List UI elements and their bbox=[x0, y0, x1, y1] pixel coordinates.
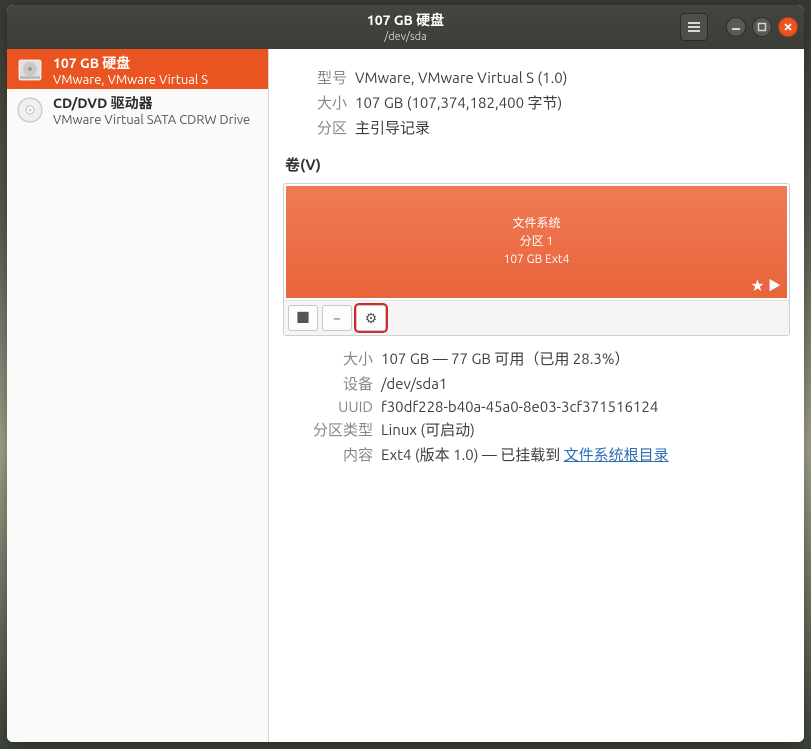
filesystem-root-link[interactable]: 文件系统根目录 bbox=[564, 446, 669, 463]
maximize-icon bbox=[757, 22, 767, 32]
partition-options-button[interactable]: ⚙ bbox=[356, 305, 386, 331]
volume-toolbar: ■ − ⚙ bbox=[284, 300, 789, 335]
detail-ptype-value: Linux (可启动) bbox=[381, 419, 475, 440]
detail-size-value: 107 GB — 77 GB 可用（已用 28.3%） bbox=[381, 348, 629, 369]
close-icon bbox=[783, 22, 793, 32]
sidebar-device-optical[interactable]: CD/DVD 驱动器 VMware Virtual SATA CDRW Driv… bbox=[7, 89, 268, 129]
detail-ptype-label: 分区类型 bbox=[283, 419, 373, 440]
unmount-button[interactable]: ■ bbox=[288, 305, 318, 331]
detail-content-value: Ext4 (版本 1.0) — 已挂载到 文件系统根目录 bbox=[381, 444, 669, 465]
partition-filesystem[interactable]: 文件系统 分区 1 107 GB Ext4 ★ ▶ bbox=[284, 184, 789, 300]
detail-content-label: 内容 bbox=[283, 444, 373, 465]
device-title: CD/DVD 驱动器 bbox=[53, 93, 260, 113]
device-title: 107 GB 硬盘 bbox=[53, 53, 260, 73]
minus-icon: − bbox=[333, 310, 341, 326]
play-icon: ▶ bbox=[768, 275, 781, 294]
titlebar: 107 GB 硬盘 /dev/sda bbox=[7, 5, 804, 49]
model-label: 型号 bbox=[283, 67, 347, 88]
disks-window: 107 GB 硬盘 /dev/sda 1 bbox=[7, 5, 804, 742]
close-button[interactable] bbox=[778, 17, 798, 37]
minimize-button[interactable] bbox=[726, 17, 746, 37]
star-icon: ★ bbox=[751, 275, 764, 294]
volumes-block: 文件系统 分区 1 107 GB Ext4 ★ ▶ ■ − ⚙ bbox=[283, 183, 790, 336]
detail-uuid-label: UUID bbox=[283, 398, 373, 415]
app-menu-button[interactable] bbox=[680, 13, 708, 41]
model-value: VMware, VMware Virtual S (1.0) bbox=[355, 69, 567, 86]
optical-icon bbox=[15, 95, 45, 125]
volumes-header: 卷(V) bbox=[285, 154, 790, 175]
device-subtitle: VMware, VMware Virtual S bbox=[53, 73, 260, 87]
content-prefix: Ext4 (版本 1.0) — 已挂载到 bbox=[381, 446, 564, 463]
partitioning-value: 主引导记录 bbox=[355, 117, 430, 138]
partition-size: 107 GB Ext4 bbox=[504, 251, 570, 269]
partition-label: 文件系统 bbox=[512, 215, 560, 233]
hdd-icon bbox=[15, 55, 45, 85]
stop-icon: ■ bbox=[296, 308, 310, 328]
minimize-icon bbox=[731, 22, 741, 32]
detail-device-value: /dev/sda1 bbox=[381, 375, 447, 392]
sidebar-device-hdd[interactable]: 107 GB 硬盘 VMware, VMware Virtual S bbox=[7, 49, 268, 89]
gear-icon: ⚙ bbox=[365, 310, 378, 327]
hamburger-icon bbox=[687, 21, 701, 33]
delete-partition-button[interactable]: − bbox=[322, 305, 352, 331]
device-sidebar: 107 GB 硬盘 VMware, VMware Virtual S CD/DV… bbox=[7, 49, 269, 742]
detail-size-label: 大小 bbox=[283, 348, 373, 369]
device-subtitle: VMware Virtual SATA CDRW Drive bbox=[53, 113, 260, 127]
size-value: 107 GB (107,374,182,400 字节) bbox=[355, 92, 562, 113]
maximize-button[interactable] bbox=[752, 17, 772, 37]
detail-uuid-value: f30df228-b40a-45a0-8e03-3cf371516124 bbox=[381, 398, 658, 415]
content-pane: 型号 VMware, VMware Virtual S (1.0) 大小 107 G… bbox=[269, 49, 804, 742]
detail-device-label: 设备 bbox=[283, 373, 373, 394]
partitioning-label: 分区 bbox=[283, 117, 347, 138]
size-label: 大小 bbox=[283, 92, 347, 113]
partition-number: 分区 1 bbox=[520, 233, 554, 251]
